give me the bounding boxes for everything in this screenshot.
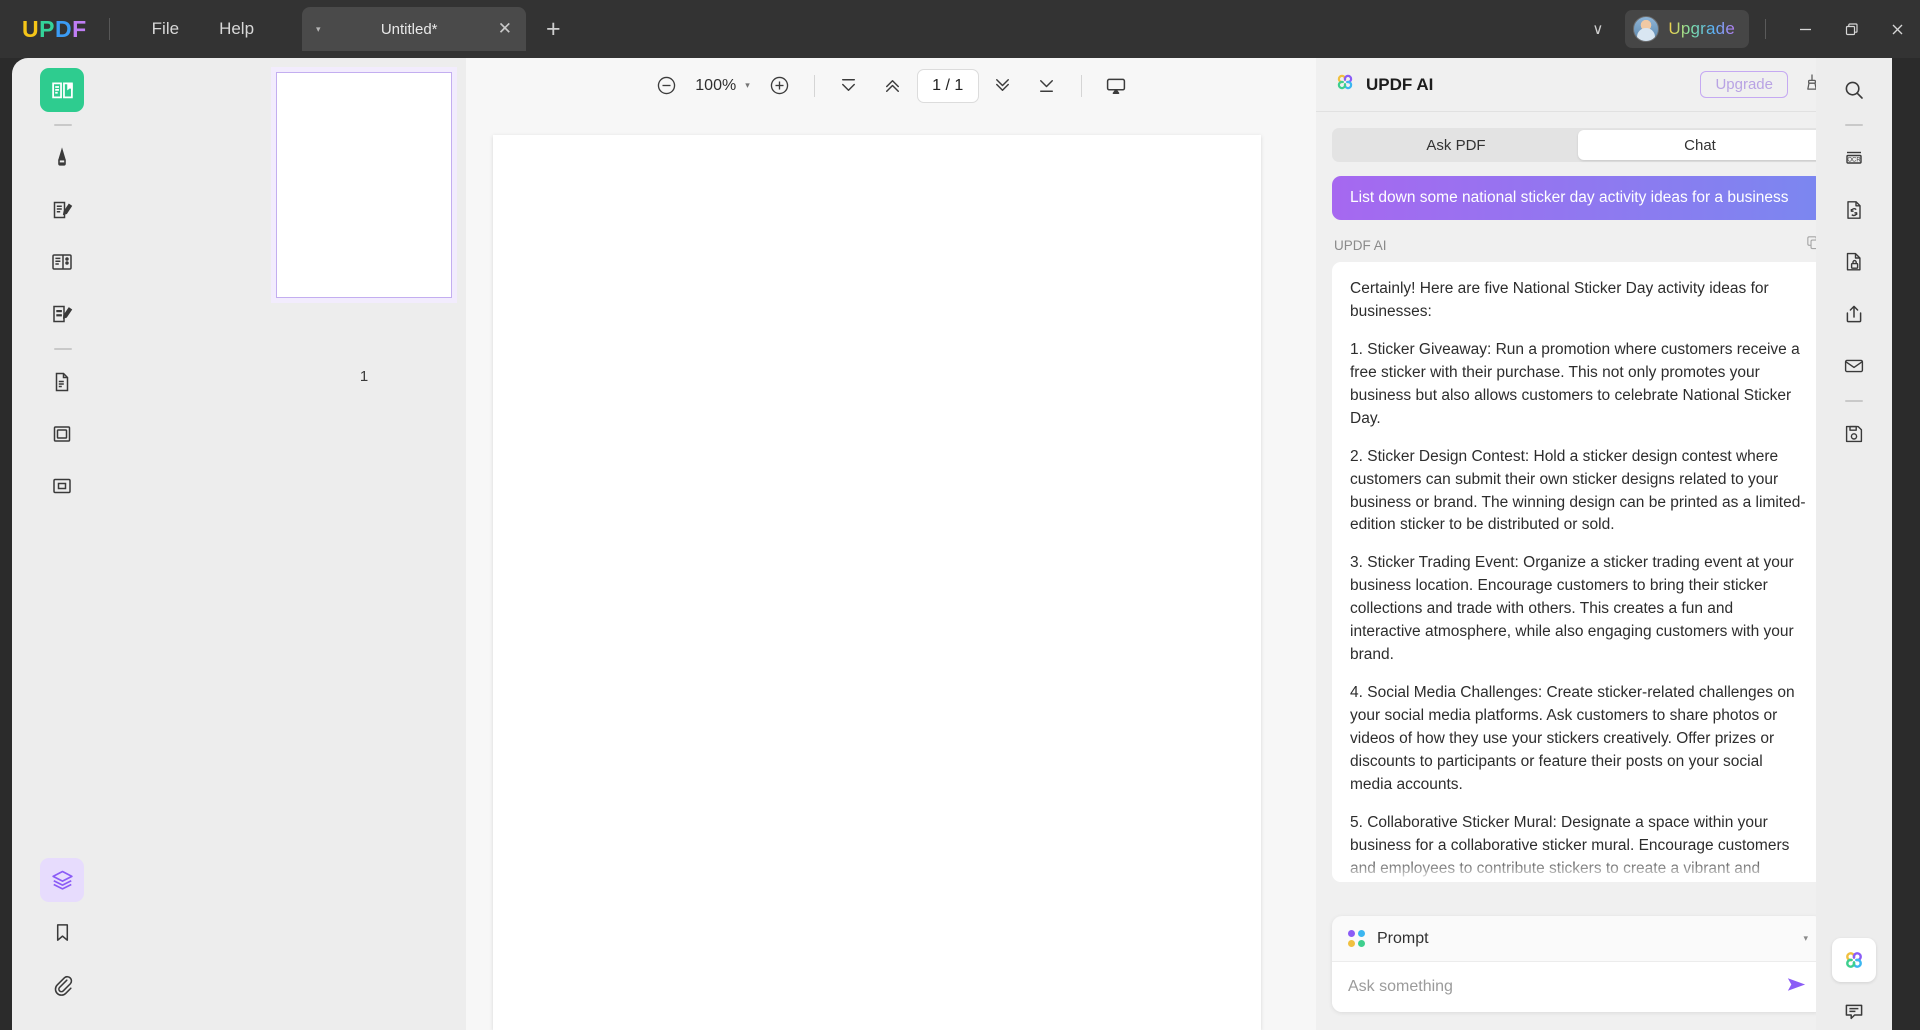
page-thumbnail[interactable] <box>276 72 452 298</box>
minimize-button[interactable] <box>1782 0 1828 58</box>
response-paragraph: 4. Social Media Challenges: Create stick… <box>1350 682 1806 797</box>
response-paragraph: 2. Sticker Design Contest: Hold a sticke… <box>1350 446 1806 538</box>
tool-annotate[interactable] <box>40 136 84 180</box>
tool-form[interactable] <box>40 292 84 336</box>
tool-bookmarks[interactable] <box>40 910 84 954</box>
response-paragraph: 1. Sticker Giveaway: Run a promotion whe… <box>1350 339 1806 431</box>
updf-ai-clover-icon <box>1334 71 1356 98</box>
page-indicator[interactable]: 1 / 1 <box>917 69 979 103</box>
tab-close-icon[interactable]: ✕ <box>498 19 512 39</box>
new-tab-button[interactable]: + <box>546 15 561 44</box>
logo-letter-u: U <box>22 16 39 42</box>
titlebar-divider-2 <box>1765 19 1766 39</box>
last-page-icon[interactable] <box>1027 66 1067 106</box>
tool-page-tools[interactable] <box>40 240 84 284</box>
right-rail-divider-1 <box>1845 124 1863 126</box>
logo-letter-p: P <box>39 16 55 42</box>
menu-help[interactable]: Help <box>199 12 274 46</box>
tool-convert[interactable] <box>1832 188 1876 232</box>
logo-letter-f: F <box>72 16 87 42</box>
tab-chat[interactable]: Chat <box>1578 130 1822 160</box>
upgrade-account-button[interactable]: Upgrade <box>1625 10 1749 48</box>
left-tool-rail <box>12 58 88 1030</box>
toolbar-divider-2 <box>1081 75 1082 97</box>
ask-row <box>1332 962 1824 1012</box>
zoom-out-icon[interactable] <box>646 66 686 106</box>
titlebar-divider <box>109 18 110 40</box>
tool-save[interactable] <box>1832 412 1876 456</box>
avatar <box>1633 16 1659 42</box>
rail-divider-2 <box>54 348 72 350</box>
chevron-down-icon[interactable]: ∨ <box>1582 10 1613 48</box>
page-thumbnail-number: 1 <box>276 368 452 385</box>
tool-thumbnails[interactable] <box>40 858 84 902</box>
zoom-level-value[interactable]: 100% <box>690 77 741 95</box>
close-button[interactable] <box>1874 0 1920 58</box>
tool-email[interactable] <box>1832 344 1876 388</box>
next-page-icon[interactable] <box>983 66 1023 106</box>
prompt-dots-icon <box>1348 930 1365 947</box>
tool-share[interactable] <box>1832 292 1876 336</box>
updf-application-window: UPDF File Help ▾ Untitled* ✕ + ∨ Upgrade <box>0 0 1920 1030</box>
document-tab[interactable]: ▾ Untitled* ✕ <box>302 7 526 51</box>
toolbar-divider-1 <box>814 75 815 97</box>
ai-response-header: UPDF AI <box>1334 234 1822 256</box>
titlebar-right-group: ∨ Upgrade <box>1582 0 1920 58</box>
document-canvas[interactable] <box>466 113 1316 1030</box>
menu-file[interactable]: File <box>132 12 199 46</box>
prompt-chevron-down-icon[interactable]: ▾ <box>1803 933 1808 944</box>
pdf-page-1[interactable] <box>493 135 1261 1030</box>
upgrade-label: Upgrade <box>1668 19 1735 39</box>
user-message-bubble: List down some national sticker day acti… <box>1332 176 1824 220</box>
tool-search[interactable] <box>1832 68 1876 112</box>
right-dark-rail <box>1892 58 1920 1030</box>
ai-response-card: Certainly! Here are five National Sticke… <box>1332 262 1824 882</box>
tool-comment[interactable] <box>1832 990 1876 1030</box>
maximize-button[interactable] <box>1828 0 1874 58</box>
tool-organize-pages[interactable] <box>40 360 84 404</box>
presentation-icon[interactable] <box>1096 66 1136 106</box>
tool-attachments[interactable] <box>40 962 84 1006</box>
response-paragraph: 3. Sticker Trading Event: Organize a sti… <box>1350 552 1806 667</box>
title-bar: UPDF File Help ▾ Untitled* ✕ + ∨ Upgrade <box>0 0 1920 58</box>
right-rail-divider-2 <box>1845 400 1863 402</box>
tool-updf-ai[interactable] <box>1832 938 1876 982</box>
zoom-in-icon[interactable] <box>760 66 800 106</box>
tool-protect[interactable] <box>1832 240 1876 284</box>
response-paragraph: Certainly! Here are five National Sticke… <box>1350 278 1806 324</box>
ai-mode-tabs: Ask PDF Chat <box>1332 128 1824 162</box>
previous-page-icon[interactable] <box>873 66 913 106</box>
card-fade-overlay <box>1332 856 1824 882</box>
document-toolbar: 100% ▾ 1 / 1 <box>466 58 1316 113</box>
tool-reader[interactable] <box>40 68 84 112</box>
logo-letter-d: D <box>55 16 72 42</box>
thumbnail-pane: 1 <box>88 58 466 1030</box>
rail-divider-1 <box>54 124 72 126</box>
ai-panel-title: UPDF AI <box>1366 75 1433 95</box>
ai-upgrade-button[interactable]: Upgrade <box>1700 71 1788 98</box>
ask-input[interactable] <box>1348 978 1785 996</box>
send-icon[interactable] <box>1785 973 1808 1001</box>
updf-logo: UPDF <box>22 16 87 43</box>
tab-title: Untitled* <box>321 21 498 38</box>
zoom-dropdown-icon[interactable]: ▾ <box>745 80 750 91</box>
right-tool-rail: OCR <box>1816 58 1892 1030</box>
prompt-label: Prompt <box>1377 930 1429 948</box>
ai-composer: Prompt ▾ <box>1332 916 1824 1012</box>
svg-text:OCR: OCR <box>1847 157 1861 163</box>
ai-response-label: UPDF AI <box>1334 238 1387 253</box>
tool-ocr[interactable]: OCR <box>1832 136 1876 180</box>
updf-ai-panel: UPDF AI Upgrade Ask PDF Chat List down s… <box>1316 58 1840 1030</box>
first-page-icon[interactable] <box>829 66 869 106</box>
tab-ask-pdf[interactable]: Ask PDF <box>1334 130 1578 160</box>
tool-batch[interactable] <box>40 464 84 508</box>
ai-panel-header: UPDF AI Upgrade <box>1316 58 1840 112</box>
tool-edit-pdf[interactable] <box>40 188 84 232</box>
tool-crop[interactable] <box>40 412 84 456</box>
prompt-selector[interactable]: Prompt ▾ <box>1332 916 1824 962</box>
